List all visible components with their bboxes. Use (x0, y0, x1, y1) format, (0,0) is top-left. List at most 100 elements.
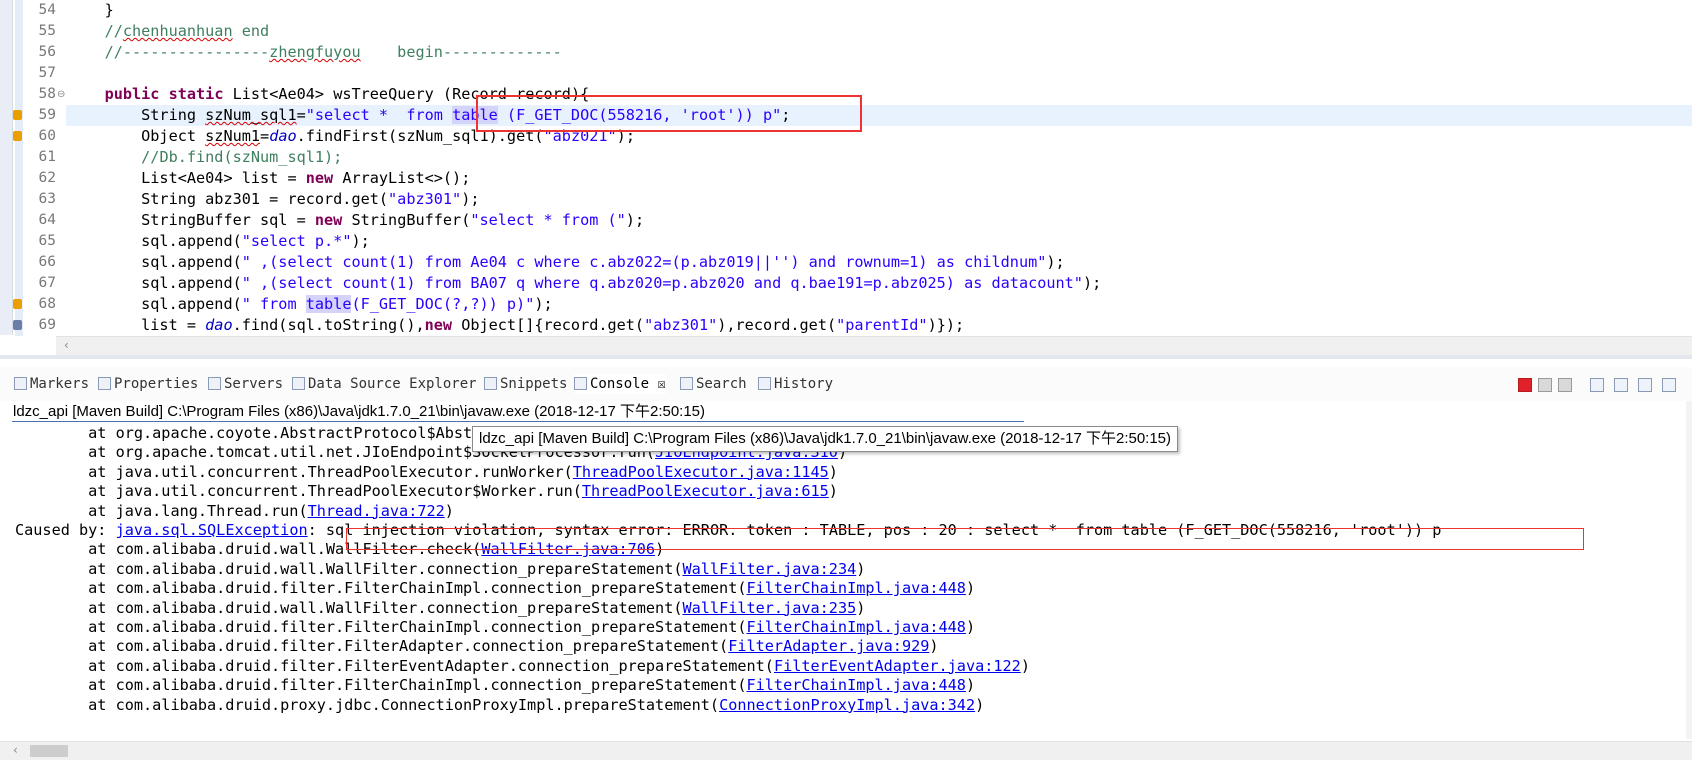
line-number: 60 (38, 128, 56, 144)
servers-icon (208, 377, 221, 390)
console-line-text: at com.alibaba.druid.filter.FilterAdapte… (15, 637, 729, 656)
annotation-marker-icon[interactable] (13, 110, 22, 120)
console-line: at com.alibaba.druid.proxy.jdbc.Connecti… (15, 695, 984, 716)
tab-console[interactable]: Console ☒ (574, 374, 666, 394)
annotation-marker-icon[interactable] (13, 320, 22, 330)
line-number: 65 (38, 233, 56, 249)
code-text: //chenhuanhuan end (104, 22, 270, 40)
highlight-box-console (346, 528, 1584, 550)
display-selected-console-icon[interactable] (1662, 378, 1676, 392)
editor-horizontal-scrollbar[interactable]: ‹ (56, 336, 1692, 355)
code-line: 57 (0, 63, 1692, 84)
annotation-marker-icon[interactable] (13, 131, 22, 141)
console-line-text: ) (965, 579, 976, 598)
code-line: 64 StringBuffer sql = new StringBuffer("… (0, 210, 1692, 231)
code-line: 56 //----------------zhengfuyou begin---… (0, 42, 1692, 63)
remove-all-terminated-icon[interactable] (1558, 378, 1572, 392)
tab-servers[interactable]: Servers (208, 374, 283, 394)
stack-trace-link[interactable]: java.sql.SQLException (116, 521, 308, 539)
code-text: List<Ae04> list = new ArrayList<>(); (68, 169, 471, 187)
line-number: 57 (38, 65, 56, 81)
code-text: sql.append("select p.*"); (68, 232, 370, 250)
scroll-lock-icon[interactable] (1590, 378, 1604, 392)
console-line-text: ) (828, 482, 838, 501)
console-icon (574, 377, 587, 390)
code-line: 62 List<Ae04> list = new ArrayList<>(); (0, 168, 1692, 189)
code-text: } (68, 1, 114, 19)
code-line: 65 sql.append("select p.*"); (0, 231, 1692, 252)
tab-markers[interactable]: Markers (14, 374, 89, 394)
stack-trace-link[interactable]: FilterAdapter.java:929 (728, 637, 929, 655)
tab-data-source-explorer[interactable]: Data Source Explorer (292, 374, 477, 394)
view-tab-bar: Markers Properties Servers Data Source E… (0, 367, 1692, 401)
scroll-left-arrow-icon[interactable]: ‹ (64, 338, 69, 352)
console-line-text: ) (444, 501, 454, 520)
console-line-text: ) (929, 637, 939, 656)
terminate-icon[interactable] (1518, 378, 1532, 392)
console-vertical-scrollbar[interactable] (1686, 401, 1692, 739)
stack-trace-link[interactable]: ThreadPoolExecutor.java:615 (582, 482, 829, 500)
console-line-text: at com.alibaba.druid.filter.FilterChainI… (15, 579, 747, 598)
code-line: 67 sql.append(" ,(select count(1) from B… (0, 273, 1692, 294)
fold-icon[interactable]: ⊖ (57, 84, 65, 105)
console-line-text: ) (975, 695, 985, 714)
console-line-text: at java.lang.Thread.run( (15, 501, 308, 520)
stack-trace-link[interactable]: FilterChainImpl.java:448 (747, 676, 966, 694)
stack-trace-link[interactable]: FilterChainImpl.java:448 (747, 579, 966, 597)
console-line-text: at com.alibaba.druid.wall.WallFilter.con… (15, 559, 683, 578)
scroll-thumb[interactable] (30, 745, 68, 757)
pin-console-icon[interactable] (1638, 378, 1652, 392)
code-line: 69 list = dao.find(sql.toString(),new Ob… (0, 315, 1692, 336)
console-line: at com.alibaba.druid.filter.FilterChainI… (15, 578, 975, 599)
console-line: at java.lang.Thread.run(Thread.java:722) (15, 501, 454, 522)
console-line-text: at com.alibaba.druid.filter.FilterChainI… (15, 618, 747, 636)
properties-icon (98, 377, 111, 390)
markers-icon (14, 377, 27, 390)
console-line: at com.alibaba.druid.wall.WallFilter.con… (15, 559, 865, 580)
remove-launch-icon[interactable] (1538, 378, 1552, 392)
annotation-marker-icon[interactable] (13, 299, 22, 309)
editor-divider (0, 355, 1692, 359)
console-line-text: at com.alibaba.druid.filter.FilterEventA… (15, 656, 774, 675)
code-line: 54 } (0, 0, 1692, 21)
console-line-text: at com.alibaba.druid.proxy.jdbc.Connecti… (15, 695, 720, 714)
console-line-text: at com.alibaba.druid.filter.FilterChainI… (15, 676, 747, 695)
tab-properties[interactable]: Properties (98, 374, 198, 394)
tab-history[interactable]: History (758, 374, 833, 394)
console-horizontal-scrollbar[interactable]: ‹ (0, 741, 1692, 760)
line-number: 63 (38, 191, 56, 207)
scroll-left-arrow-icon[interactable]: ‹ (13, 743, 18, 757)
line-number: 62 (38, 170, 56, 186)
code-text: //----------------zhengfuyou begin------… (104, 43, 562, 61)
code-line: 55 //chenhuanhuan end (0, 21, 1692, 42)
console-line-text: ) (856, 559, 866, 578)
show-console-icon[interactable] (1614, 378, 1628, 392)
console-line: at com.alibaba.druid.filter.FilterChainI… (15, 675, 975, 696)
console-line-text: at com.alibaba.druid.wall.WallFilter.con… (15, 598, 683, 617)
code-line: 66 sql.append(" ,(select count(1) from A… (0, 252, 1692, 273)
stack-trace-link[interactable]: Thread.java:722 (308, 502, 445, 520)
console-view[interactable]: ldzc_api [Maven Build] C:\Program Files … (0, 401, 1692, 739)
stack-trace-link[interactable]: ConnectionProxyImpl.java:342 (719, 696, 975, 714)
code-line: 61 //Db.find(szNum_sql1); (0, 147, 1692, 168)
stack-trace-link[interactable]: FilterEventAdapter.java:122 (774, 657, 1021, 675)
console-line: at com.alibaba.druid.wall.WallFilter.con… (15, 598, 865, 619)
console-title-tooltip: ldzc_api [Maven Build] C:\Program Files … (472, 426, 1179, 452)
console-title: ldzc_api [Maven Build] C:\Program Files … (13, 403, 706, 420)
code-text: sql.append(" ,(select count(1) from Ae04… (68, 253, 1065, 271)
code-editor[interactable]: 54 } 55 //chenhuanhuan end 56 //----------… (0, 0, 1692, 359)
tab-search[interactable]: Search (680, 374, 747, 394)
line-number: 58 (38, 86, 56, 102)
console-line: at java.util.concurrent.ThreadPoolExecut… (15, 481, 838, 502)
tab-snippets[interactable]: Snippets (484, 374, 567, 394)
stack-trace-link[interactable]: WallFilter.java:234 (683, 560, 857, 578)
stack-trace-link[interactable]: WallFilter.java:235 (683, 599, 857, 617)
line-number: 68 (38, 296, 56, 312)
console-line: at java.util.concurrent.ThreadPoolExecut… (15, 462, 838, 483)
console-line-text: at java.util.concurrent.ThreadPoolExecut… (15, 462, 573, 481)
stack-trace-link[interactable]: FilterChainImpl.java:448 (747, 618, 966, 636)
code-line: 63 String abz301 = record.get("abz301"); (0, 189, 1692, 210)
line-number: 69 (38, 317, 56, 333)
line-number: 61 (38, 149, 56, 165)
stack-trace-link[interactable]: ThreadPoolExecutor.java:1145 (573, 463, 829, 481)
